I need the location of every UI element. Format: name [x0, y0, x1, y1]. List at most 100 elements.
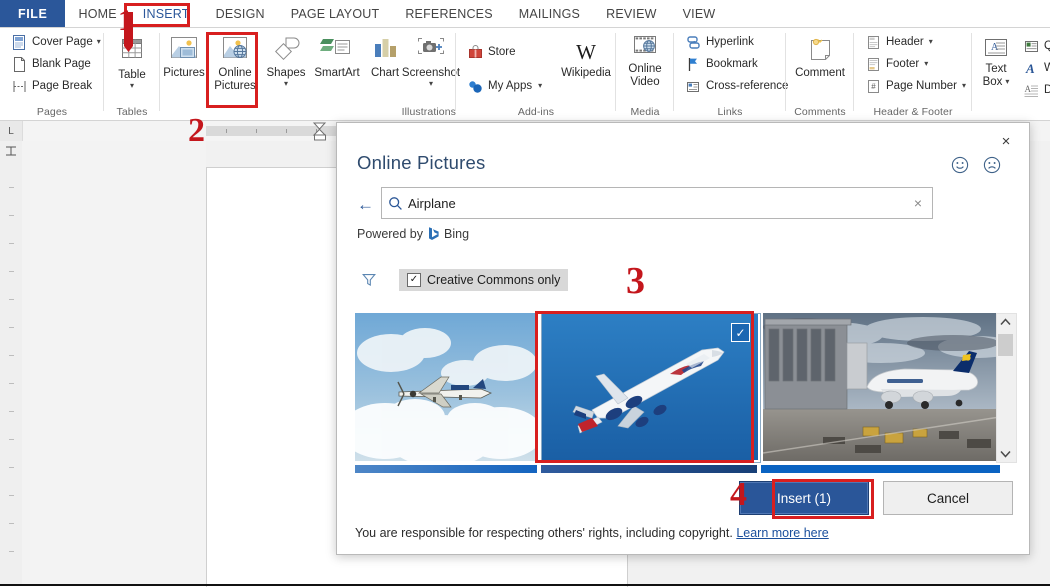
close-icon[interactable]: × — [995, 131, 1017, 151]
drop-cap-icon: A — [1023, 82, 1040, 99]
bookmark-button[interactable]: Bookmark — [682, 53, 794, 75]
insert-button[interactable]: Insert (1) — [739, 481, 869, 515]
shapes-label: Shapes — [266, 67, 305, 80]
cross-reference-icon — [685, 78, 702, 95]
drop-cap-button[interactable]: A D — [1020, 79, 1050, 101]
search-field-wrapper[interactable]: × — [381, 187, 933, 219]
bookmark-label: Bookmark — [706, 58, 758, 70]
creative-commons-checkbox[interactable]: ✓ — [407, 273, 421, 287]
tab-review[interactable]: REVIEW — [593, 0, 670, 28]
tab-references[interactable]: REFERENCES — [392, 0, 505, 28]
chevron-down-icon[interactable]: ▾ — [429, 80, 433, 88]
selected-checkmark-icon[interactable]: ✓ — [731, 323, 750, 342]
tab-design[interactable]: DESIGN — [203, 0, 278, 28]
result-thumbnail-1[interactable] — [355, 313, 537, 461]
cancel-button[interactable]: Cancel — [883, 481, 1013, 515]
vertical-ruler-marker-icon — [5, 146, 17, 156]
chevron-down-icon[interactable]: ▾ — [97, 38, 101, 46]
screenshot-button[interactable]: Screenshot ▾ — [406, 35, 456, 88]
tab-stop-selector[interactable]: L — [0, 121, 23, 141]
group-label-tables: Tables — [104, 106, 160, 118]
ribbon-group-header-footer: Header ▾ Footer ▾ # — [854, 28, 972, 120]
happy-face-icon[interactable] — [951, 156, 969, 174]
screenshot-label: Screenshot — [402, 67, 460, 80]
blank-page-button[interactable]: Blank Page — [8, 53, 112, 75]
chart-button[interactable]: Chart — [364, 35, 406, 80]
svg-text:A: A — [1025, 61, 1035, 76]
quick-parts-label: Q — [1044, 40, 1050, 52]
hyperlink-label: Hyperlink — [706, 36, 754, 48]
back-button[interactable]: ← — [357, 195, 379, 215]
tab-insert[interactable]: INSERT — [130, 0, 203, 28]
quick-parts-button[interactable]: Q — [1020, 35, 1050, 57]
disclaimer-text: You are responsible for respecting other… — [355, 526, 733, 540]
chevron-down-icon[interactable]: ▾ — [130, 82, 134, 90]
online-pictures-button[interactable]: Online Pictures — [210, 35, 260, 92]
page-number-button[interactable]: # Page Number ▾ — [862, 75, 980, 97]
tab-mailings[interactable]: MAILINGS — [506, 0, 593, 28]
cover-page-button[interactable]: Cover Page ▾ — [8, 31, 112, 53]
shapes-button[interactable]: Shapes ▾ — [262, 35, 310, 88]
sad-face-icon[interactable] — [983, 156, 1001, 174]
learn-more-link[interactable]: Learn more here — [736, 526, 828, 540]
search-input[interactable] — [408, 196, 904, 211]
vertical-ruler[interactable] — [0, 141, 23, 586]
clear-search-icon[interactable]: × — [904, 195, 932, 211]
ribbon-group-comments: Comment Comments — [786, 28, 854, 120]
blank-page-icon — [11, 56, 28, 73]
svg-text:W: W — [576, 40, 596, 64]
online-pictures-dialog: × Online Pictures ← × Powered by Bing — [336, 122, 1030, 555]
indent-markers-icon[interactable] — [311, 122, 329, 141]
result-thumbnail-2-selected[interactable]: ✓ — [541, 313, 761, 463]
result-thumbnail-row2-3[interactable] — [761, 465, 1000, 473]
text-box-button[interactable]: A Text Box ▾ — [974, 37, 1018, 88]
chevron-down-icon[interactable]: ▾ — [284, 80, 288, 88]
table-button[interactable]: Table ▾ — [104, 31, 160, 90]
page-number-icon: # — [865, 78, 882, 95]
smartart-icon — [320, 35, 354, 65]
result-thumbnail-row2-1[interactable] — [355, 465, 537, 473]
tab-page-layout[interactable]: PAGE LAYOUT — [278, 0, 393, 28]
comment-button[interactable]: Comment — [786, 31, 854, 80]
lufthansa-a380-at-airport-gate-image — [763, 313, 1000, 461]
scroll-up-arrow-icon[interactable] — [997, 314, 1014, 330]
online-pictures-label-1: Online — [218, 67, 251, 80]
result-row2-image-2 — [541, 465, 757, 473]
footer-button[interactable]: Footer ▾ — [862, 53, 980, 75]
footer-label: Footer — [886, 58, 919, 70]
store-button[interactable]: Store — [464, 41, 519, 63]
my-apps-button[interactable]: My Apps ▾ — [464, 75, 545, 97]
chevron-down-icon[interactable]: ▾ — [538, 82, 542, 90]
wordart-button[interactable]: A W — [1020, 57, 1050, 79]
tab-home[interactable]: HOME — [65, 0, 129, 28]
ribbon-group-illustrations: Pictures Online Pictures — [160, 28, 456, 120]
chevron-down-icon[interactable]: ▾ — [962, 82, 966, 90]
result-thumbnail-row2-2[interactable] — [541, 465, 757, 473]
cross-reference-button[interactable]: Cross-reference — [682, 75, 794, 97]
chevron-down-icon[interactable]: ▾ — [924, 60, 928, 68]
results-scrollbar[interactable] — [996, 313, 1017, 463]
chevron-down-icon[interactable]: ▾ — [929, 38, 933, 46]
scroll-down-arrow-icon[interactable] — [997, 446, 1014, 462]
document-gutter — [22, 141, 206, 586]
page-break-button[interactable]: Page Break — [8, 75, 112, 97]
bookmark-icon — [685, 56, 702, 73]
hyperlink-button[interactable]: Hyperlink — [682, 31, 794, 53]
wikipedia-button[interactable]: W Wikipedia — [556, 39, 616, 80]
tab-view[interactable]: VIEW — [670, 0, 729, 28]
tab-file[interactable]: FILE — [0, 0, 65, 28]
online-video-button[interactable]: Online Video — [616, 31, 674, 88]
creative-commons-filter-chip[interactable]: ✓ Creative Commons only — [399, 269, 568, 291]
group-label-links: Links — [674, 106, 786, 118]
result-thumbnail-3[interactable] — [763, 313, 1000, 461]
copyright-disclaimer: You are responsible for respecting other… — [355, 526, 829, 540]
filter-icon[interactable] — [357, 270, 381, 290]
powered-by-text: Powered by — [357, 227, 423, 241]
pictures-button[interactable]: Pictures — [160, 35, 208, 80]
chevron-down-icon[interactable]: ▾ — [1005, 78, 1009, 86]
pictures-icon — [167, 35, 201, 65]
image-results-grid[interactable]: ✓ — [355, 313, 1000, 473]
header-button[interactable]: Header ▾ — [862, 31, 980, 53]
smartart-button[interactable]: SmartArt — [312, 35, 362, 80]
scrollbar-thumb[interactable] — [998, 334, 1013, 356]
